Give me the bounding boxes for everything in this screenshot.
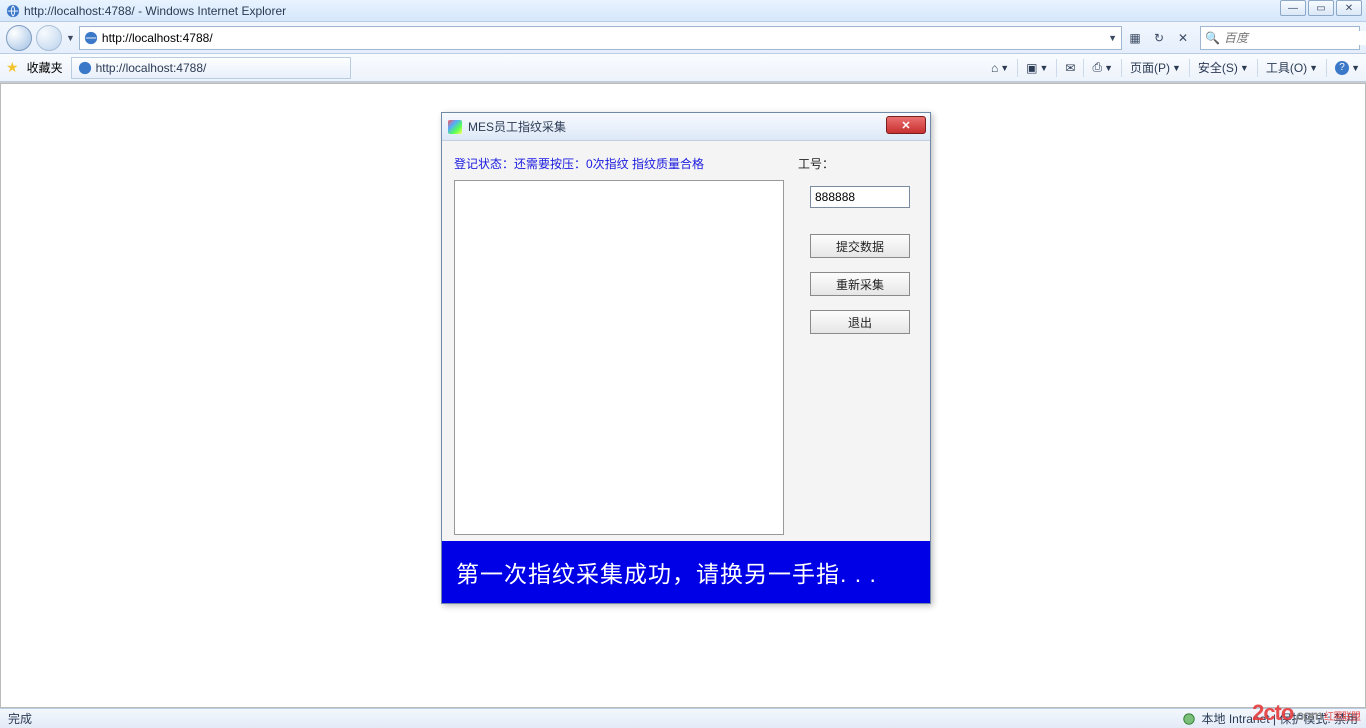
- register-status: 登记状态：还需要按压：0次指纹 指纹质量合格: [454, 155, 784, 172]
- help-menu[interactable]: ?▼: [1335, 61, 1360, 75]
- mail-icon: ✉: [1065, 61, 1075, 75]
- status-left: 完成: [8, 710, 32, 727]
- submit-button[interactable]: 提交数据: [810, 234, 910, 258]
- security-zone: 本地 Intranet | 保护模式: 禁用: [1202, 710, 1358, 727]
- tab-ie-icon: [78, 61, 92, 75]
- zone-icon: [1182, 712, 1196, 726]
- fingerprint-preview: [454, 180, 784, 535]
- safety-menu[interactable]: 安全(S)▼: [1198, 59, 1249, 76]
- search-input[interactable]: [1224, 31, 1366, 45]
- search-icon: 🔍: [1205, 31, 1220, 45]
- page-menu[interactable]: 页面(P)▼: [1130, 59, 1181, 76]
- print-icon: ⎙: [1092, 60, 1102, 75]
- rss-button[interactable]: ▣▼: [1026, 61, 1048, 75]
- tab-title: http://localhost:4788/: [96, 61, 207, 75]
- search-box[interactable]: 🔍: [1200, 26, 1360, 50]
- home-button[interactable]: ⌂▼: [991, 61, 1009, 75]
- status-bar: 完成 本地 Intranet | 保护模式: 禁用: [0, 708, 1366, 728]
- nav-toolbar: ▼ ▼ ▦ ↻ ✕ 🔍: [0, 22, 1366, 54]
- stop-icon[interactable]: ✕: [1174, 29, 1192, 47]
- window-titlebar: http://localhost:4788/ - Windows Interne…: [0, 0, 1366, 22]
- nav-dropdown-icon[interactable]: ▼: [66, 33, 75, 43]
- tools-menu[interactable]: 工具(O)▼: [1266, 59, 1318, 76]
- window-title: http://localhost:4788/ - Windows Interne…: [24, 4, 286, 18]
- ie-icon: [6, 4, 20, 18]
- forward-button[interactable]: [36, 25, 62, 51]
- close-window-button[interactable]: ✕: [1336, 0, 1362, 16]
- url-input[interactable]: [102, 31, 1104, 45]
- address-dropdown-icon[interactable]: ▼: [1108, 33, 1117, 43]
- maximize-button[interactable]: ▭: [1308, 0, 1334, 16]
- recollect-button[interactable]: 重新采集: [810, 272, 910, 296]
- minimize-button[interactable]: —: [1280, 0, 1306, 16]
- exit-button[interactable]: 退出: [810, 310, 910, 334]
- favorites-star-icon[interactable]: ★: [6, 59, 19, 76]
- dialog-close-button[interactable]: ✕: [886, 116, 926, 134]
- dialog-titlebar[interactable]: MES员工指纹采集 ✕: [442, 113, 930, 141]
- form-icon: [448, 120, 462, 134]
- page-viewport: MES员工指纹采集 ✕ 登记状态：还需要按压：0次指纹 指纹质量合格 工号： 提…: [0, 82, 1366, 708]
- home-icon: ⌂: [991, 61, 998, 75]
- address-bar[interactable]: ▼: [79, 26, 1122, 50]
- employee-id-input[interactable]: [810, 186, 910, 208]
- favorites-label[interactable]: 收藏夹: [27, 59, 63, 76]
- browser-tab[interactable]: http://localhost:4788/: [71, 57, 351, 79]
- favorites-bar: ★ 收藏夹 http://localhost:4788/ ⌂▼ ▣▼ ✉ ⎙▼ …: [0, 54, 1366, 82]
- page-icon: [84, 31, 98, 45]
- back-button[interactable]: [6, 25, 32, 51]
- compat-icon[interactable]: ▦: [1126, 29, 1144, 47]
- mail-button[interactable]: ✉: [1065, 61, 1075, 75]
- rss-icon: ▣: [1026, 61, 1037, 75]
- refresh-icon[interactable]: ↻: [1150, 29, 1168, 47]
- dialog-banner: 第一次指纹采集成功，请换另一手指. . .: [442, 541, 930, 603]
- fingerprint-dialog: MES员工指纹采集 ✕ 登记状态：还需要按压：0次指纹 指纹质量合格 工号： 提…: [441, 112, 931, 604]
- command-bar: ⌂▼ ▣▼ ✉ ⎙▼ 页面(P)▼ 安全(S)▼ 工具(O)▼ ?▼: [991, 59, 1360, 77]
- dialog-title: MES员工指纹采集: [468, 118, 566, 135]
- help-icon: ?: [1335, 61, 1349, 75]
- employee-id-label: 工号：: [798, 155, 918, 172]
- print-button[interactable]: ⎙▼: [1092, 60, 1113, 75]
